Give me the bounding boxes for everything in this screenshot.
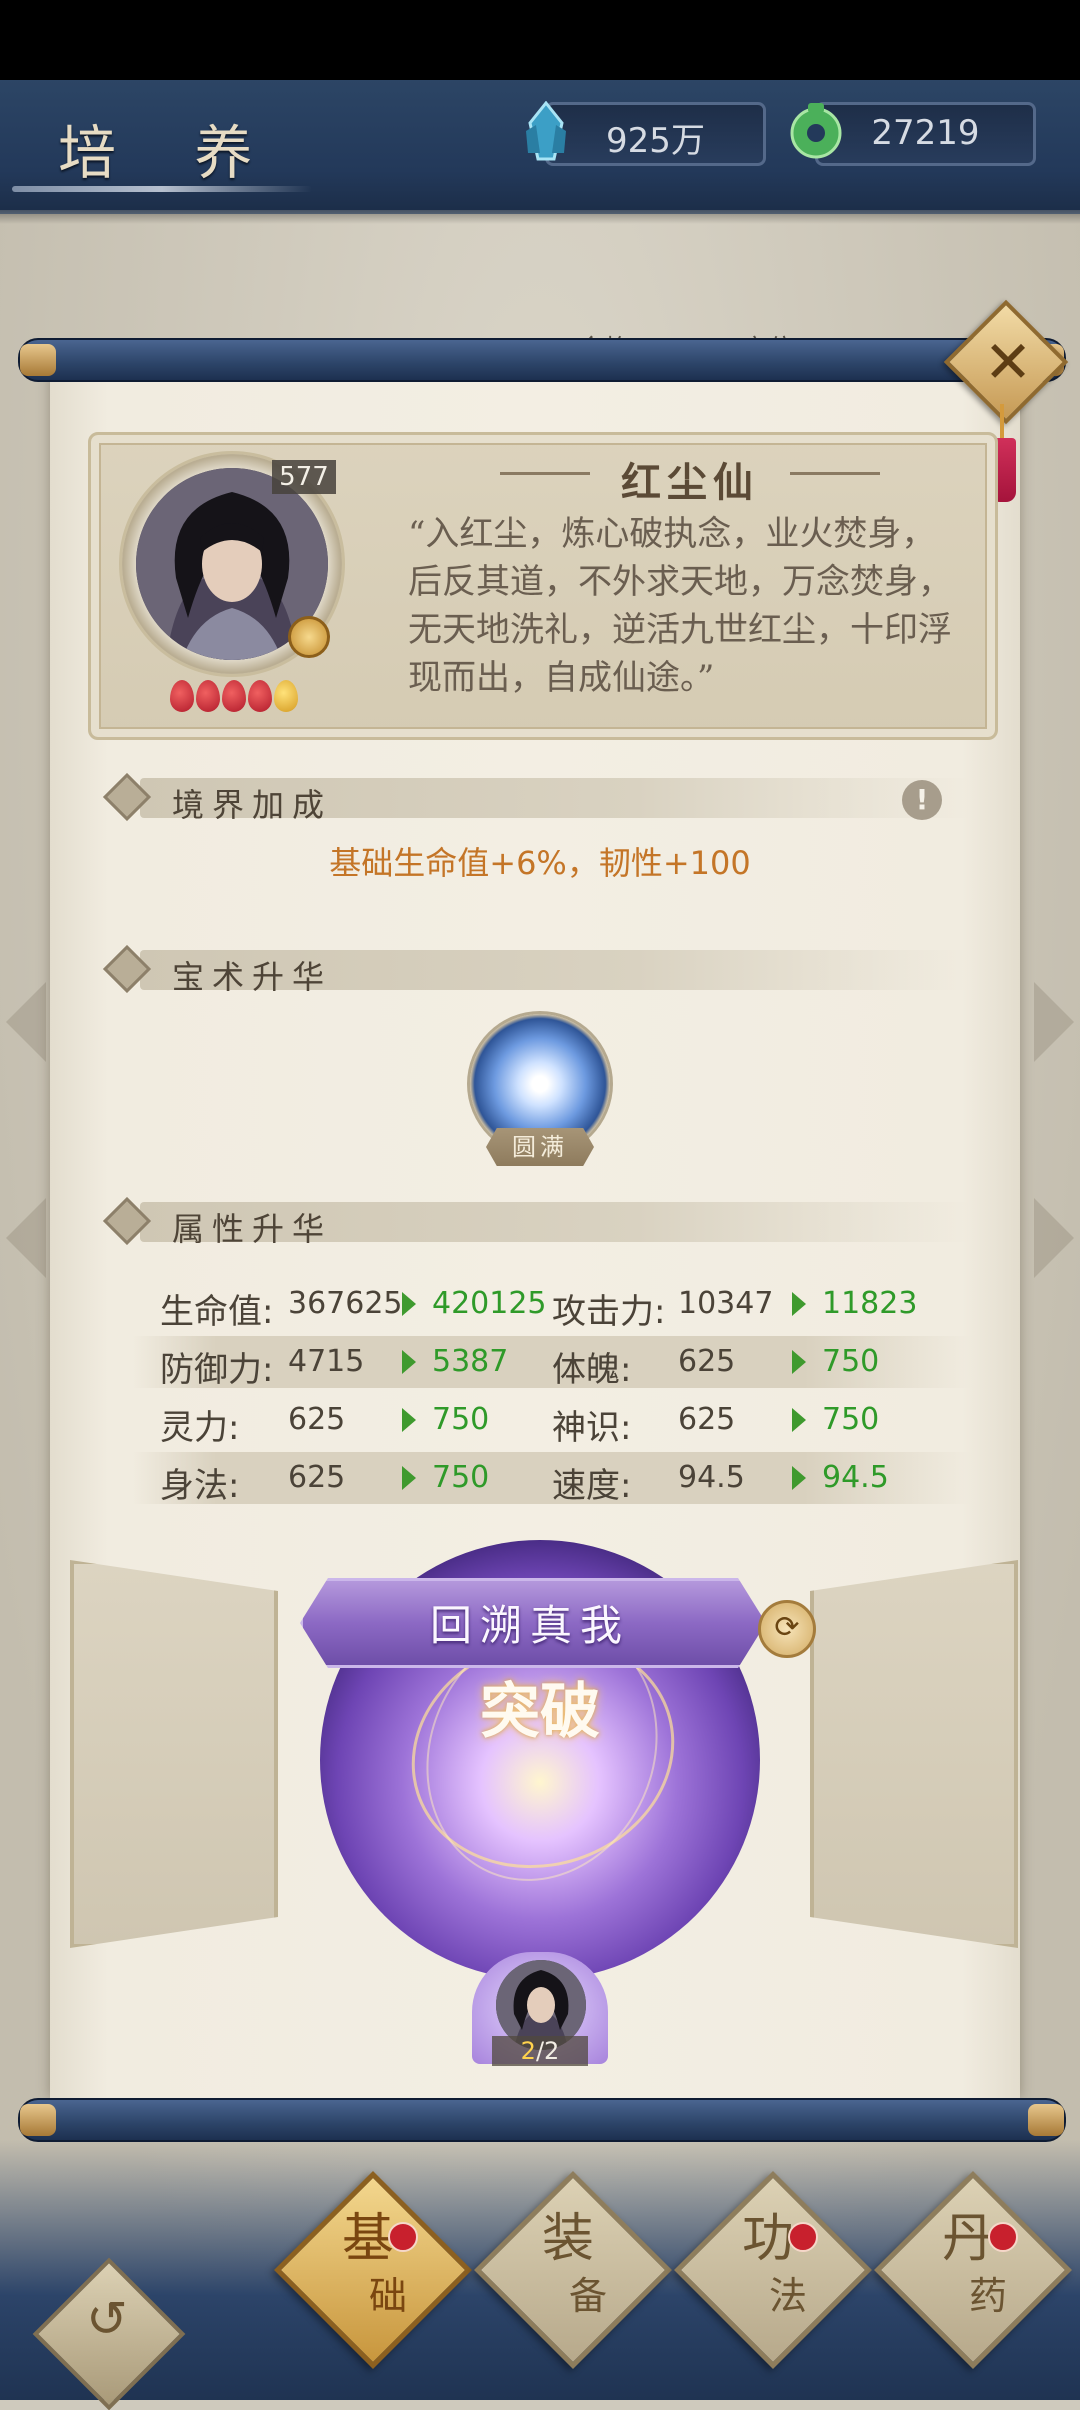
stat-new-value: 750 bbox=[432, 1460, 490, 1495]
stat-value: 625 bbox=[288, 1402, 346, 1437]
rank-coin-icon bbox=[288, 616, 330, 658]
count-current: 2 bbox=[520, 2037, 536, 2065]
title-underline bbox=[12, 186, 312, 192]
notification-badge bbox=[788, 2222, 818, 2252]
left-arrow-icon bbox=[6, 982, 46, 1062]
nav-label-line2: 础 bbox=[368, 2274, 407, 2318]
close-icon[interactable]: ✕ bbox=[968, 322, 1048, 402]
left-arrow-icon bbox=[6, 1198, 46, 1278]
refresh-icon[interactable]: ⟳ bbox=[758, 1600, 816, 1658]
section-realm-bonus: 境界加成 bbox=[102, 772, 970, 824]
nav-label-line1: 装 bbox=[541, 2209, 594, 2269]
star-icon bbox=[170, 680, 194, 712]
info-button[interactable]: ! bbox=[902, 780, 942, 820]
stats-row: 生命值: 367625 420125 攻击力: 10347 11823 bbox=[132, 1278, 972, 1332]
stat-new-value: 750 bbox=[822, 1402, 880, 1437]
stat-value: 625 bbox=[678, 1344, 736, 1379]
character-description: “入红尘，炼心破执念，业火焚身，后反其道，不外求天地，万念焚身，无天地洗礼，逆活… bbox=[408, 514, 952, 698]
nav-tab-basic-label[interactable]: 基础 bbox=[288, 2196, 448, 2320]
right-arrow-icon bbox=[1034, 982, 1074, 1062]
nav-tab-equipment-label[interactable]: 装备 bbox=[488, 2196, 648, 2320]
star-rating bbox=[170, 680, 298, 716]
stat-new-value: 94.5 bbox=[822, 1460, 889, 1495]
stat-label: 生命值: bbox=[160, 1292, 274, 1332]
stat-value: 10347 bbox=[678, 1286, 774, 1321]
stat-label: 神识: bbox=[552, 1408, 632, 1448]
stat-new-value: 750 bbox=[822, 1344, 880, 1379]
arrow-right-icon bbox=[792, 1408, 806, 1432]
section-skill-sublimation: 宝术升华 bbox=[102, 944, 970, 996]
nav-tab-pills-label[interactable]: 丹药 bbox=[888, 2196, 1048, 2320]
stats-row: 防御力: 4715 5387 体魄: 625 750 bbox=[132, 1336, 972, 1390]
nav-tab-skills-label[interactable]: 功法 bbox=[688, 2196, 848, 2320]
nav-label-line2: 药 bbox=[968, 2274, 1007, 2318]
count-total: /2 bbox=[535, 2037, 560, 2065]
status-bar bbox=[0, 0, 1080, 80]
arrow-right-icon bbox=[402, 1350, 416, 1374]
page-title: 培 养 bbox=[58, 119, 283, 187]
top-header: 培 养 925万 27219 bbox=[0, 80, 1080, 224]
stat-label: 体魄: bbox=[552, 1350, 632, 1390]
section-title: 属性升华 bbox=[172, 1210, 333, 1248]
stat-value: 367625 bbox=[288, 1286, 403, 1321]
section-title: 境界加成 bbox=[172, 786, 333, 824]
arrow-right-icon bbox=[792, 1292, 806, 1316]
currency-jade[interactable]: 27219 bbox=[790, 102, 1036, 166]
stat-label: 身法: bbox=[160, 1466, 240, 1506]
decorative-panel-right bbox=[810, 1560, 1018, 1948]
stats-row: 身法: 625 750 速度: 94.5 94.5 bbox=[132, 1452, 972, 1506]
stat-label: 灵力: bbox=[160, 1408, 240, 1448]
breakthrough-count: 2/2 bbox=[492, 2036, 588, 2066]
scroll-rod-top bbox=[18, 338, 1066, 382]
realm-bonus-text: 基础生命值+6%，韧性+100 bbox=[329, 844, 751, 882]
half-star-icon bbox=[274, 680, 298, 712]
arrow-right-icon bbox=[402, 1408, 416, 1432]
stats-row: 灵力: 625 750 神识: 625 750 bbox=[132, 1394, 972, 1448]
stat-value: 4715 bbox=[288, 1344, 365, 1379]
character-level: 577 bbox=[272, 460, 336, 494]
stat-value: 625 bbox=[288, 1460, 346, 1495]
arrow-right-icon bbox=[402, 1466, 416, 1490]
nav-label-line1: 丹 bbox=[941, 2209, 994, 2269]
arrow-right-icon bbox=[402, 1292, 416, 1316]
notification-badge bbox=[988, 2222, 1018, 2252]
tassel-cord bbox=[1000, 404, 1004, 440]
stat-label: 速度: bbox=[552, 1466, 632, 1506]
arrow-right-icon bbox=[792, 1466, 806, 1490]
section-attribute-sublimation: 属性升华 bbox=[102, 1196, 970, 1248]
skill-status-label: 圆满 bbox=[486, 1128, 594, 1166]
back-icon[interactable]: ↺ bbox=[72, 2290, 142, 2348]
right-arrow-icon bbox=[1034, 1198, 1074, 1278]
star-icon bbox=[196, 680, 220, 712]
breakthrough-button[interactable]: 突破 bbox=[470, 1680, 610, 1744]
decorative-panel-left bbox=[70, 1560, 278, 1948]
star-icon bbox=[222, 680, 246, 712]
stat-new-value: 5387 bbox=[432, 1344, 509, 1379]
nav-label-line2: 备 bbox=[568, 2274, 607, 2318]
section-title: 宝术升华 bbox=[172, 958, 333, 996]
arrow-right-icon bbox=[792, 1350, 806, 1374]
stat-new-value: 750 bbox=[432, 1402, 490, 1437]
stat-value: 94.5 bbox=[678, 1460, 745, 1495]
crystal-amount: 925万 bbox=[606, 121, 705, 161]
stat-label: 攻击力: bbox=[552, 1292, 666, 1332]
nav-label-line2: 法 bbox=[768, 2274, 807, 2318]
stat-label: 防御力: bbox=[160, 1350, 274, 1390]
rod-cap bbox=[20, 344, 56, 376]
notification-badge bbox=[388, 2222, 418, 2252]
stat-value: 625 bbox=[678, 1402, 736, 1437]
rod-cap bbox=[1028, 2104, 1064, 2136]
rod-cap bbox=[20, 2104, 56, 2136]
banner-title: 回溯真我 bbox=[429, 1601, 630, 1650]
nav-label-line1: 功 bbox=[741, 2209, 794, 2269]
character-name: 红尘仙 bbox=[621, 459, 759, 506]
nav-label-line1: 基 bbox=[341, 2209, 394, 2269]
stat-new-value: 11823 bbox=[822, 1286, 918, 1321]
currency-crystal[interactable]: 925万 bbox=[526, 101, 766, 166]
scroll-rod-bottom bbox=[18, 2098, 1066, 2142]
jade-amount: 27219 bbox=[871, 113, 980, 153]
stat-new-value: 420125 bbox=[432, 1286, 547, 1321]
star-icon bbox=[248, 680, 272, 712]
